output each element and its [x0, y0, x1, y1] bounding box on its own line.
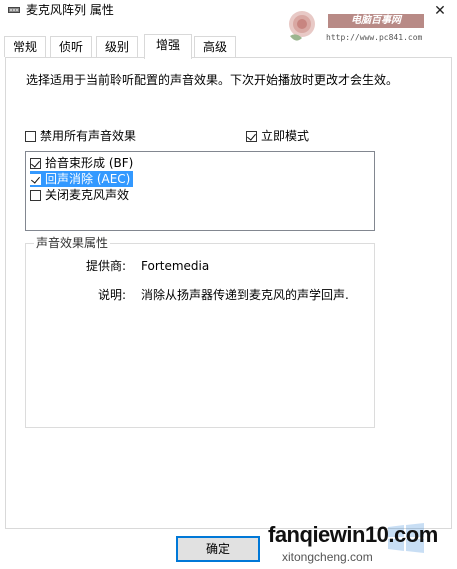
immediate-mode-label: 立即模式 — [261, 129, 310, 143]
effects-list[interactable]: 拾音束形成 (BF) 回声消除 (AEC) 关闭麦克风声效 — [25, 151, 375, 231]
close-button[interactable]: ✕ — [429, 2, 451, 20]
enhancements-panel: 选择适用于当前聆听配置的声音效果。下次开始播放时更改才会生效。 禁用所有声音效果… — [5, 57, 452, 529]
watermark-bottom: fanqiewin10.com xitongcheng.com — [268, 520, 454, 566]
description-label: 说明: — [97, 288, 126, 302]
microphone-array-icon — [8, 7, 20, 13]
checkbox-box[interactable] — [25, 131, 36, 142]
tab-levels[interactable]: 级别 — [96, 36, 138, 57]
close-icon: ✕ — [434, 3, 446, 19]
checkbox-box[interactable] — [246, 131, 257, 142]
provider-label: 提供商: — [85, 259, 126, 273]
effect-properties-group: 声音效果属性 提供商: Fortemedia 说明: 消除从扬声器传递到麦克风的… — [25, 235, 375, 428]
enhancements-description: 选择适用于当前聆听配置的声音效果。下次开始播放时更改才会生效。 — [26, 73, 399, 87]
disable-all-effects-label: 禁用所有声音效果 — [40, 129, 137, 143]
provider-value: Fortemedia — [141, 259, 210, 273]
checkbox-box[interactable] — [30, 190, 41, 201]
ok-button[interactable]: 确定 — [176, 536, 260, 562]
checkbox-box[interactable] — [30, 174, 41, 185]
effect-label: 回声消除 (AEC) — [45, 172, 131, 186]
disable-all-effects-checkbox[interactable]: 禁用所有声音效果 — [25, 128, 136, 144]
tab-enhancements[interactable]: 增强 — [144, 34, 192, 59]
tab-strip: 常规 侦听 级别 增强 高级 — [0, 34, 457, 59]
checkbox-box[interactable] — [30, 158, 41, 169]
effect-label: 拾音束形成 (BF) — [45, 156, 134, 170]
window-title: 麦克风阵列 属性 — [26, 3, 114, 17]
effect-item-beamforming[interactable]: 拾音束形成 (BF) — [30, 155, 136, 171]
effect-item-disable-mic-effects[interactable]: 关闭麦克风声效 — [30, 187, 132, 203]
tab-advanced[interactable]: 高级 — [194, 36, 236, 57]
tab-general[interactable]: 常规 — [4, 36, 46, 57]
effect-label: 关闭麦克风声效 — [45, 188, 130, 202]
watermark-bottom-sub: xitongcheng.com — [282, 550, 373, 564]
effect-properties-title: 声音效果属性 — [34, 235, 111, 251]
effect-item-echo-cancellation[interactable]: 回声消除 (AEC) — [30, 171, 134, 187]
watermark-top-title: 电脑百事网 — [328, 14, 424, 28]
immediate-mode-checkbox[interactable]: 立即模式 — [246, 128, 309, 144]
description-value: 消除从扬声器传递到麦克风的声学回声. — [141, 288, 349, 302]
watermark-bottom-main: fanqiewin10.com — [268, 522, 438, 547]
tab-listen[interactable]: 侦听 — [50, 36, 92, 57]
